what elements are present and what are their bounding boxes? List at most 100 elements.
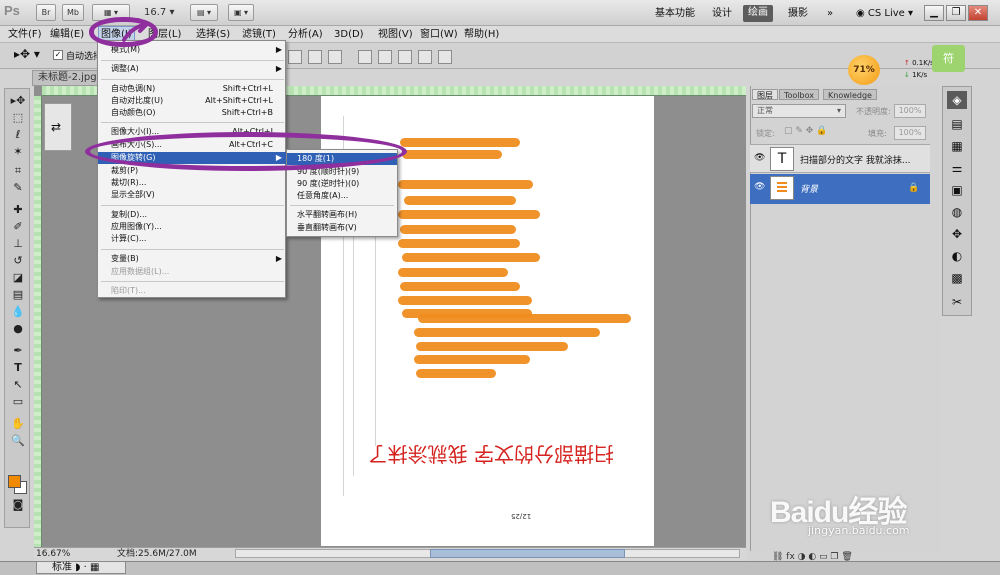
status-doc-size[interactable]: 文档:25.6M/27.0M	[117, 548, 197, 560]
3d-dock-icon[interactable]: ◍	[947, 203, 967, 221]
menu-file[interactable]: 文件(F)	[6, 26, 44, 43]
menu-help[interactable]: 帮助(H)	[462, 26, 501, 43]
blend-mode-select[interactable]: 正常 ▾	[752, 104, 846, 118]
distribute-left-icon[interactable]	[418, 50, 432, 64]
menu-item-apply-image[interactable]: 应用图像(Y)...	[98, 221, 287, 233]
history-brush-icon[interactable]: ⇄	[51, 120, 61, 134]
magic-wand-tool-icon[interactable]: ✶	[9, 144, 27, 159]
menu-item-variables[interactable]: 变量(B) ▶	[98, 253, 287, 265]
menu-item-adjustments[interactable]: 调整(A) ▶	[98, 63, 287, 75]
layer-panel-footer-icons[interactable]: ⛓ fx ◑ ◐ ▭ ❐ 🗑	[772, 552, 853, 562]
pen-tool-icon[interactable]: ✒	[9, 343, 27, 358]
history-dock-icon[interactable]: ▤	[947, 115, 967, 133]
align-top-icon[interactable]	[288, 50, 302, 64]
eraser-tool-icon[interactable]: ◪	[9, 270, 27, 285]
submenu-item-arbitrary[interactable]: 任意角度(A)...	[287, 190, 397, 202]
foreground-color-swatch[interactable]	[8, 475, 21, 488]
workspace-photography[interactable]: 摄影	[783, 6, 813, 21]
restore-button[interactable]: ❐	[946, 5, 966, 21]
menu-item-reveal-all[interactable]: 显示全部(V)	[98, 189, 287, 201]
align-vcenter-icon[interactable]	[308, 50, 322, 64]
transform-dock-icon[interactable]: ✥	[947, 225, 967, 243]
menu-item-auto-color[interactable]: 自动颜色(O) Shift+Ctrl+B	[98, 107, 287, 119]
eyedropper-tool-icon[interactable]: ✎	[9, 180, 27, 195]
history-brush-tool-icon[interactable]: ↺	[9, 253, 27, 268]
workspace-painting[interactable]: 绘画	[743, 5, 773, 22]
menu-analysis[interactable]: 分析(A)	[286, 26, 325, 43]
eye-icon[interactable]: 👁	[754, 183, 765, 192]
status-zoom[interactable]: 16.67%	[36, 548, 70, 560]
menu-item-auto-tone[interactable]: 自动色调(N) Shift+Ctrl+L	[98, 83, 287, 95]
distribute-bottom-icon[interactable]	[398, 50, 412, 64]
cs-live-button[interactable]: ◉ CS Live ▾	[856, 6, 913, 21]
arrange-documents-button[interactable]: ▤ ▾	[190, 4, 218, 21]
submenu-item-flip-horizontal[interactable]: 水平翻转画布(H)	[287, 209, 397, 221]
tab-knowledge[interactable]: Knowledge	[823, 89, 877, 100]
distribute-center-icon[interactable]	[378, 50, 392, 64]
paint-stroke	[418, 314, 631, 323]
layer-row[interactable]: 👁 T 扫描部分的文字 我就涂抹...	[750, 144, 930, 173]
brush-presets-dock-icon[interactable]: ▦	[947, 137, 967, 155]
align-bottom-icon[interactable]	[328, 50, 342, 64]
distribute-top-icon[interactable]	[358, 50, 372, 64]
brush-tool-icon[interactable]: ✐	[9, 219, 27, 234]
tab-toolbox[interactable]: Toolbox	[779, 89, 819, 100]
mini-bridge-button[interactable]: Mb	[62, 4, 84, 21]
network-speed-widget[interactable]: 71%	[848, 55, 880, 85]
quick-mask-icon[interactable]: ◙	[9, 497, 27, 512]
color-dock-icon[interactable]: ◐	[947, 247, 967, 265]
lasso-tool-icon[interactable]: ℓ	[9, 127, 27, 142]
submenu-item-rotate-90-ccw[interactable]: 90 度(逆时针)(0)	[287, 178, 397, 190]
menu-window[interactable]: 窗口(W)	[418, 26, 460, 43]
menu-edit[interactable]: 编辑(E)	[48, 26, 86, 43]
menu-item-trim[interactable]: 裁切(R)...	[98, 177, 287, 189]
type-tool-icon[interactable]: T	[9, 360, 27, 375]
opacity-input[interactable]: 100%	[894, 104, 926, 118]
minimize-button[interactable]: ▁	[924, 5, 944, 21]
adjustments-dock-icon[interactable]: ⚌	[947, 159, 967, 177]
menu-separator	[101, 122, 284, 123]
healing-brush-tool-icon[interactable]: ✚	[9, 202, 27, 217]
shape-tool-icon[interactable]: ▭	[9, 394, 27, 409]
floating-badge[interactable]: 符	[932, 45, 965, 72]
hand-tool-icon[interactable]: ✋	[9, 416, 27, 431]
menu-view[interactable]: 视图(V)	[376, 26, 415, 43]
menu-separator	[101, 79, 284, 80]
swatches-dock-icon[interactable]: ▩	[947, 269, 967, 287]
zoom-tool-icon[interactable]: 🔍	[9, 433, 27, 448]
menu-item-calculations[interactable]: 计算(C)...	[98, 233, 287, 245]
ime-toolbar[interactable]: 标准 ◗ · ▦	[36, 561, 126, 574]
menu-item-duplicate[interactable]: 复制(D)...	[98, 209, 287, 221]
dodge-tool-icon[interactable]: ●	[9, 321, 27, 336]
move-tool-icon[interactable]: ▸✥	[9, 93, 27, 108]
close-button[interactable]: ✕	[968, 5, 988, 21]
gradient-tool-icon[interactable]: ▤	[9, 287, 27, 302]
menu-3d[interactable]: 3D(D)	[332, 26, 366, 43]
workspace-design[interactable]: 设计	[707, 6, 737, 21]
workspace-more-chevron-icon[interactable]: »	[822, 6, 838, 21]
eye-icon[interactable]: 👁	[754, 154, 765, 163]
layer-row-selected[interactable]: 👁 背景 🔒	[750, 174, 930, 204]
marquee-tool-icon[interactable]: ⬚	[9, 110, 27, 125]
horizontal-scrollbar-thumb[interactable]	[430, 549, 625, 558]
screen-mode-button[interactable]: ▣ ▾	[228, 4, 254, 21]
background-layer-thumb-icon	[770, 176, 794, 200]
fill-input[interactable]: 100%	[894, 126, 926, 140]
menu-item-auto-contrast[interactable]: 自动对比度(U) Alt+Shift+Ctrl+L	[98, 95, 287, 107]
text-layer-thumb-icon: T	[770, 147, 794, 171]
layers-dock-icon[interactable]: ◈	[947, 91, 967, 109]
workspace-essentials[interactable]: 基本功能	[650, 6, 700, 21]
submenu-item-flip-vertical[interactable]: 垂直翻转画布(V)	[287, 222, 397, 234]
tools-dock-icon[interactable]: ✂	[947, 293, 967, 311]
auto-select-checkbox[interactable]: ✓	[53, 50, 63, 60]
distribute-right-icon[interactable]	[438, 50, 452, 64]
tab-layers[interactable]: 图层	[752, 89, 778, 100]
blur-tool-icon[interactable]: 💧	[9, 304, 27, 319]
crop-tool-icon[interactable]: ⌗	[9, 163, 27, 178]
move-tool-preset-icon[interactable]: ▸✥ ▾	[14, 47, 40, 61]
masks-dock-icon[interactable]: ▣	[947, 181, 967, 199]
bridge-button[interactable]: Br	[36, 4, 56, 21]
lock-icons[interactable]: ▢ ✎ ✥ 🔒	[784, 126, 827, 136]
clone-stamp-tool-icon[interactable]: ⊥	[9, 236, 27, 251]
path-selection-tool-icon[interactable]: ↖	[9, 377, 27, 392]
